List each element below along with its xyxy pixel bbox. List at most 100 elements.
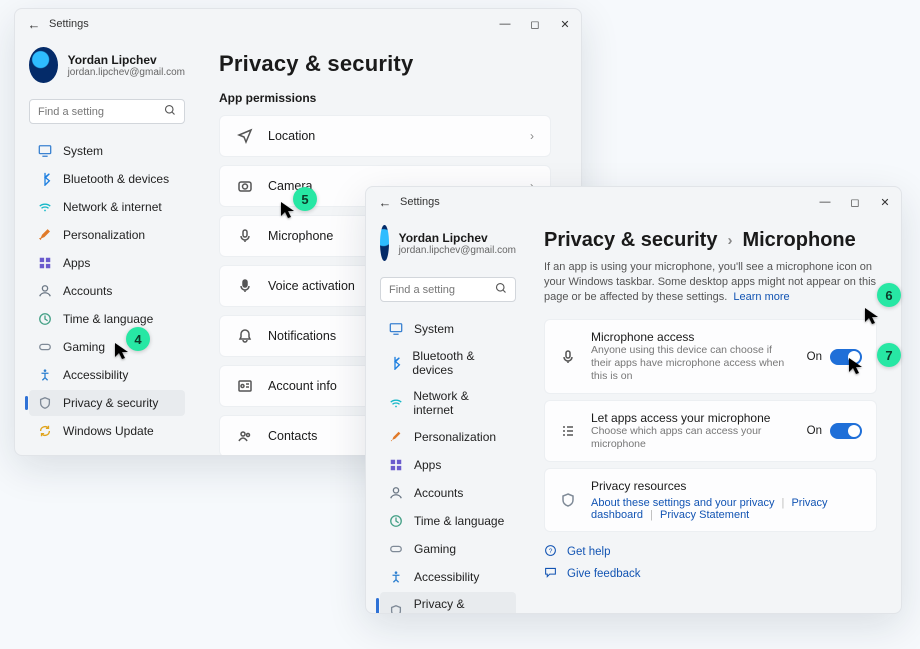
- sidebar-item-label: Accessibility: [414, 570, 479, 584]
- sidebar-item-personalization[interactable]: Personalization: [380, 424, 516, 450]
- sidebar-item-network[interactable]: Network & internet: [380, 384, 516, 422]
- link-statement[interactable]: Privacy Statement: [660, 509, 749, 521]
- feedback-icon: [544, 566, 557, 582]
- avatar: [380, 225, 389, 261]
- apps-icon: [37, 255, 53, 271]
- sidebar-item-label: Time & language: [414, 514, 504, 528]
- shield-icon: [388, 603, 404, 613]
- sidebar-item-bluetooth[interactable]: Bluetooth & devices: [29, 166, 185, 192]
- maximize-button[interactable]: ◻: [527, 18, 543, 31]
- sidebar-item-accessibility[interactable]: Accessibility: [380, 564, 516, 590]
- annotation-badge-6: 6: [877, 283, 901, 307]
- sidebar-item-label: Accounts: [414, 486, 463, 500]
- setting-title: Privacy resources: [591, 479, 862, 493]
- sidebar-item-label: Apps: [63, 256, 90, 270]
- sidebar-item-label: Network & internet: [413, 389, 508, 417]
- brush-icon: [388, 429, 404, 445]
- user-block[interactable]: Yordan Lipchev jordan.lipchev@gmail.com: [380, 225, 516, 261]
- sidebar: Yordan Lipchev jordan.lipchev@gmail.com …: [15, 39, 195, 455]
- sidebar-item-label: System: [63, 144, 103, 158]
- get-help-link[interactable]: ? Get help: [544, 544, 877, 560]
- sidebar-item-privacy[interactable]: Privacy & security: [380, 592, 516, 613]
- window-title: Settings: [45, 18, 497, 30]
- toggle-label: On: [807, 351, 822, 363]
- close-button[interactable]: ✕: [877, 196, 893, 209]
- sidebar-item-label: Bluetooth & devices: [63, 172, 169, 186]
- sidebar-item-update[interactable]: Windows Update: [29, 418, 185, 444]
- bluetooth-icon: [37, 171, 53, 187]
- sidebar-item-apps[interactable]: Apps: [29, 250, 185, 276]
- annotation-badge-4: 4: [126, 327, 150, 351]
- sidebar-item-accounts[interactable]: Accounts: [380, 480, 516, 506]
- card-location[interactable]: Location ›: [219, 115, 551, 157]
- toggle-apps-access[interactable]: [830, 423, 862, 439]
- sidebar-item-system[interactable]: System: [29, 138, 185, 164]
- sidebar-item-apps[interactable]: Apps: [380, 452, 516, 478]
- sidebar: Yordan Lipchev jordan.lipchev@gmail.com …: [366, 217, 526, 613]
- sidebar-item-accessibility[interactable]: Accessibility: [29, 362, 185, 388]
- voice-icon: [236, 278, 254, 294]
- sidebar-item-personalization[interactable]: Personalization: [29, 222, 185, 248]
- back-button[interactable]: ←: [374, 195, 396, 210]
- sidebar-item-label: Personalization: [414, 430, 496, 444]
- sidebar-item-accounts[interactable]: Accounts: [29, 278, 185, 304]
- minimize-button[interactable]: —: [497, 18, 513, 31]
- row-mic-access[interactable]: Microphone access Anyone using this devi…: [544, 319, 877, 394]
- give-feedback-link[interactable]: Give feedback: [544, 566, 877, 582]
- sidebar-item-gaming[interactable]: Gaming: [29, 334, 185, 360]
- section-header: App permissions: [219, 91, 551, 105]
- search-icon: [495, 282, 507, 297]
- settings-window-microphone: ← Settings — ◻ ✕ Yordan Lipchev jordan.l…: [365, 186, 902, 614]
- resource-links: About these settings and your privacy | …: [591, 497, 862, 521]
- learn-more-link[interactable]: Learn more: [733, 291, 789, 303]
- row-apps-access[interactable]: Let apps access your microphone Choose w…: [544, 400, 877, 462]
- sidebar-item-time[interactable]: Time & language: [380, 508, 516, 534]
- contacts-icon: [236, 428, 254, 444]
- accessibility-icon: [37, 367, 53, 383]
- location-icon: [236, 128, 254, 144]
- sidebar-item-label: Bluetooth & devices: [412, 349, 508, 377]
- main-content: Privacy & security › Microphone If an ap…: [526, 217, 901, 613]
- monitor-icon: [388, 321, 404, 337]
- close-button[interactable]: ✕: [557, 18, 573, 31]
- monitor-icon: [37, 143, 53, 159]
- setting-title: Let apps access your microphone: [591, 411, 793, 425]
- chevron-right-icon: ›: [727, 232, 732, 249]
- search-input[interactable]: Find a setting: [380, 277, 516, 302]
- nav-list: System Bluetooth & devices Network & int…: [29, 138, 185, 444]
- sidebar-item-label: System: [414, 322, 454, 336]
- sidebar-item-system[interactable]: System: [380, 316, 516, 342]
- annotation-badge-5: 5: [293, 187, 317, 211]
- toggle-mic-access[interactable]: [830, 349, 862, 365]
- search-input[interactable]: Find a setting: [29, 99, 185, 124]
- person-icon: [388, 485, 404, 501]
- sidebar-item-label: Gaming: [414, 542, 456, 556]
- sidebar-item-label: Apps: [414, 458, 441, 472]
- sidebar-item-label: Windows Update: [63, 424, 154, 438]
- person-icon: [37, 283, 53, 299]
- update-icon: [37, 423, 53, 439]
- setting-subtitle: Choose which apps can access your microp…: [591, 425, 793, 451]
- sidebar-item-gaming[interactable]: Gaming: [380, 536, 516, 562]
- breadcrumb: Privacy & security › Microphone: [544, 229, 877, 252]
- sidebar-item-network[interactable]: Network & internet: [29, 194, 185, 220]
- breadcrumb-root[interactable]: Privacy & security: [544, 229, 717, 252]
- help-links: ? Get help Give feedback: [544, 544, 877, 582]
- sidebar-item-time[interactable]: Time & language: [29, 306, 185, 332]
- list-icon: [559, 423, 577, 439]
- chevron-right-icon: ›: [530, 129, 534, 143]
- sidebar-item-bluetooth[interactable]: Bluetooth & devices: [380, 344, 516, 382]
- minimize-button[interactable]: —: [817, 196, 833, 209]
- search-icon: [164, 104, 176, 119]
- link-about-privacy[interactable]: About these settings and your privacy: [591, 497, 774, 509]
- gamepad-icon: [388, 541, 404, 557]
- page-description: If an app is using your microphone, you'…: [544, 260, 877, 305]
- sidebar-item-privacy[interactable]: Privacy & security: [29, 390, 185, 416]
- user-email: jordan.lipchev@gmail.com: [68, 67, 185, 78]
- user-block[interactable]: Yordan Lipchev jordan.lipchev@gmail.com: [29, 47, 185, 83]
- bluetooth-icon: [388, 355, 402, 371]
- back-button[interactable]: ←: [23, 17, 45, 32]
- titlebar: ← Settings — ◻ ✕: [366, 187, 901, 217]
- microphone-icon: [559, 349, 577, 365]
- maximize-button[interactable]: ◻: [847, 196, 863, 209]
